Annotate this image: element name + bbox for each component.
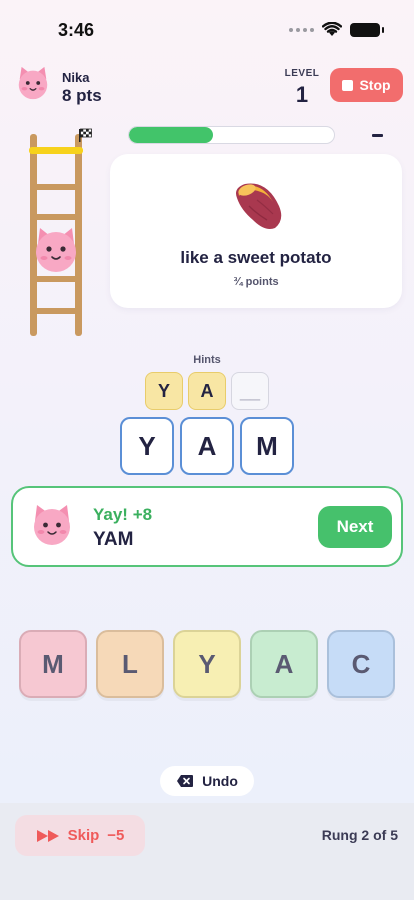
- clue-text: like a sweet potato: [180, 248, 332, 267]
- solved-word: YAM: [93, 529, 134, 550]
- clue-points: ¾ points: [233, 276, 279, 288]
- next-button[interactable]: Next: [318, 506, 392, 548]
- player-name: Nika: [62, 70, 90, 85]
- answer-tile[interactable]: A: [180, 417, 234, 475]
- status-icons: [289, 22, 384, 37]
- stop-button[interactable]: Stop: [330, 68, 403, 102]
- progress-fill: [129, 127, 214, 143]
- hint-tile: Y: [145, 372, 183, 410]
- game-header: Nika 8 pts LEVEL 1 Stop: [0, 60, 414, 114]
- success-title: Yay! +8: [93, 505, 153, 524]
- ladder-icon: [29, 134, 83, 336]
- letter-tile[interactable]: M: [19, 630, 87, 698]
- ladder-character-icon: [36, 228, 76, 272]
- footer-bar: Skip −5 Rung 2 of 5: [0, 803, 414, 900]
- player-avatar-icon: [18, 66, 48, 100]
- status-time: 3:46: [58, 20, 95, 40]
- progress-bar: [128, 126, 335, 144]
- player-points: 8 pts: [62, 86, 102, 105]
- ladder: [20, 128, 100, 343]
- hints-label: Hints: [193, 354, 221, 366]
- answer-tile[interactable]: M: [240, 417, 294, 475]
- letter-tile[interactable]: Y: [173, 630, 241, 698]
- letter-tile[interactable]: L: [96, 630, 164, 698]
- battery-icon: [350, 22, 384, 37]
- skip-label: Skip: [67, 827, 100, 844]
- letter-tile[interactable]: C: [327, 630, 395, 698]
- skip-penalty: −5: [107, 827, 125, 844]
- finish-flag-icon: [79, 128, 92, 142]
- letter-tile[interactable]: A: [250, 630, 318, 698]
- undo-label: Undo: [202, 773, 238, 789]
- status-bar: 3:46: [0, 0, 414, 60]
- minimize-icon[interactable]: [372, 134, 383, 137]
- answer-tile[interactable]: Y: [120, 417, 174, 475]
- fast-forward-icon: [36, 829, 59, 842]
- level-value: 1: [295, 82, 309, 107]
- stop-label: Stop: [359, 77, 391, 93]
- rung-indicator: Rung 2 of 5: [321, 827, 398, 843]
- backspace-icon: [177, 775, 194, 787]
- level-label: LEVEL: [284, 68, 320, 79]
- wifi-icon: [322, 22, 342, 36]
- signal-icon: [289, 27, 314, 32]
- stop-icon: [342, 79, 354, 91]
- success-banner: Yay! +8 YAM Next: [11, 486, 403, 567]
- hint-tile-empty: __: [231, 372, 269, 410]
- undo-button[interactable]: Undo: [160, 766, 254, 796]
- hint-tile: A: [188, 372, 226, 410]
- clue-card: like a sweet potato ¾ points: [110, 154, 402, 308]
- skip-button[interactable]: Skip −5: [15, 815, 145, 856]
- sweet-potato-icon: [236, 183, 282, 229]
- cat-avatar-icon: [34, 505, 70, 545]
